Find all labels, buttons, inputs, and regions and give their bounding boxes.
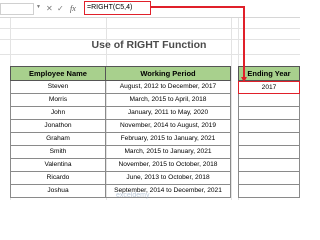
working-period-cell[interactable]: February, 2015 to January, 2021	[106, 133, 231, 146]
employee-name-cell[interactable]: Graham	[10, 133, 106, 146]
working-period-cell[interactable]: August, 2012 to December, 2017	[106, 81, 231, 94]
sheet-title: Use of RIGHT Function	[91, 39, 207, 51]
working-period-cell[interactable]: January, 2011 to May, 2020	[106, 107, 231, 120]
table-row: John January, 2011 to May, 2020	[10, 107, 300, 120]
employee-name-cell[interactable]: Ricardo	[10, 172, 106, 185]
cancel-icon[interactable]: ✕	[46, 3, 53, 14]
callout-line-horizontal	[151, 6, 244, 8]
ending-year-cell[interactable]	[238, 133, 300, 146]
table-row: Valentina November, 2015 to October, 2018	[10, 159, 300, 172]
table-row: Joshua September, 2014 to December, 2021	[10, 185, 300, 198]
formula-input[interactable]: =RIGHT(C5,4)	[84, 1, 151, 15]
header-employee-name[interactable]: Employee Name	[10, 66, 106, 81]
table-row: Jonathon November, 2014 to August, 2019	[10, 120, 300, 133]
employee-name-cell[interactable]: Joshua	[10, 185, 106, 198]
watermark: exceldemy	[116, 192, 150, 199]
ending-year-cell[interactable]	[238, 107, 300, 120]
enter-icon[interactable]: ✓	[57, 3, 64, 14]
employee-name-cell[interactable]: Smith	[10, 146, 106, 159]
ending-year-cell[interactable]	[238, 172, 300, 185]
table-row: Steven August, 2012 to December, 2017 2017	[10, 81, 300, 94]
table-row: Smith March, 2015 to January, 2021	[10, 146, 300, 159]
employee-name-cell[interactable]: Valentina	[10, 159, 106, 172]
ending-year-cell[interactable]	[238, 159, 300, 172]
table-row: Ricardo June, 2013 to October, 2018	[10, 172, 300, 185]
employee-name-cell[interactable]: Steven	[10, 81, 106, 94]
employee-name-cell[interactable]: Jonathon	[10, 120, 106, 133]
table-row: Graham February, 2015 to January, 2021	[10, 133, 300, 146]
employee-name-cell[interactable]: Morris	[10, 94, 106, 107]
header-ending-year[interactable]: Ending Year	[238, 66, 300, 81]
working-period-cell[interactable]: March, 2015 to January, 2021	[106, 146, 231, 159]
ending-year-cell[interactable]	[238, 120, 300, 133]
callout-line-vertical	[243, 6, 245, 78]
table-row: Morris March, 2015 to April, 2018	[10, 94, 300, 107]
working-period-cell[interactable]: November, 2015 to October, 2018	[106, 159, 231, 172]
header-working-period[interactable]: Working Period	[106, 66, 231, 81]
ending-year-cell[interactable]	[238, 94, 300, 107]
working-period-cell[interactable]: March, 2015 to April, 2018	[106, 94, 231, 107]
ending-year-cell[interactable]	[238, 185, 300, 198]
insert-function-icon[interactable]: fx	[70, 3, 76, 14]
working-period-cell[interactable]: November, 2014 to August, 2019	[106, 120, 231, 133]
formula-bar: ▼ ✕ ✓ fx =RIGHT(C5,4)	[0, 0, 300, 18]
active-ending-year-cell[interactable]: 2017	[238, 81, 300, 94]
ending-year-cell[interactable]	[238, 146, 300, 159]
name-box[interactable]	[0, 3, 34, 15]
callout-arrow-icon	[240, 77, 247, 82]
name-box-dropdown-icon[interactable]: ▼	[36, 4, 41, 10]
employee-name-cell[interactable]: John	[10, 107, 106, 120]
working-period-cell[interactable]: June, 2013 to October, 2018	[106, 172, 231, 185]
worksheet-grid[interactable]: Use of RIGHT Function Employee Name Work…	[0, 6, 300, 200]
